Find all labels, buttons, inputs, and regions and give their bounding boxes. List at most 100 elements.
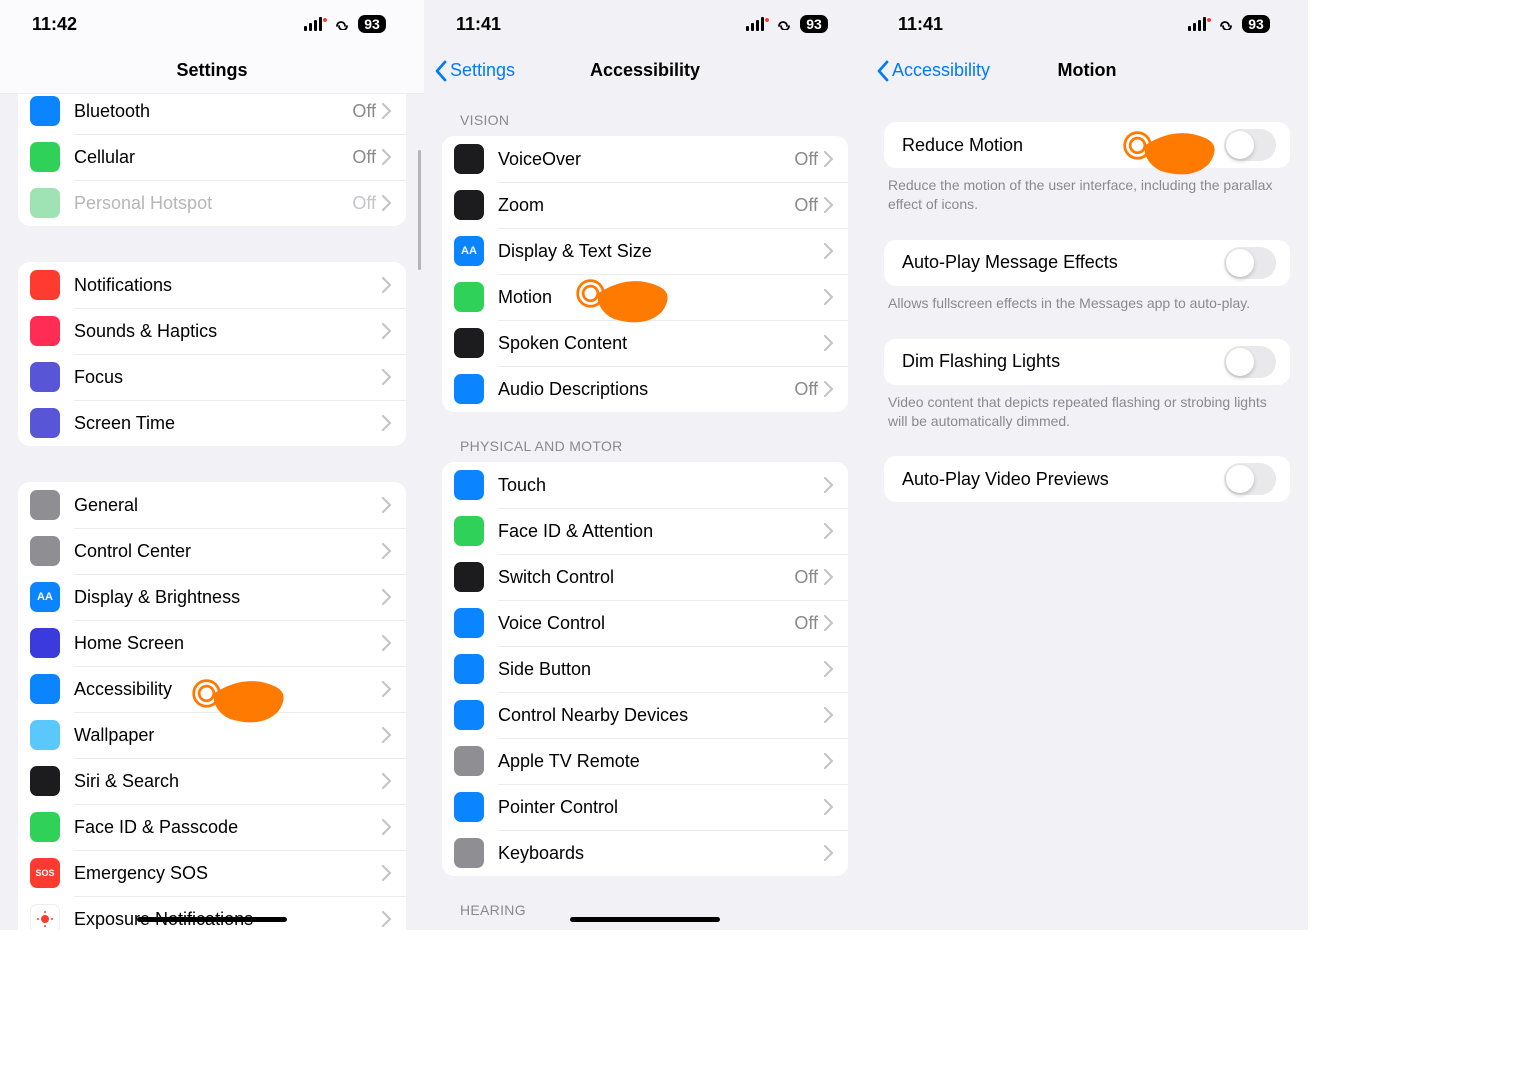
text-size-icon: AA: [454, 236, 484, 266]
exposure-icon: [30, 904, 60, 930]
switch-control-icon: [454, 562, 484, 592]
side-button-icon: [454, 654, 484, 684]
row-control-center[interactable]: Control Center: [18, 528, 406, 574]
spoken-content-icon: [454, 328, 484, 358]
page-title: Motion: [866, 60, 1308, 81]
row-label: Side Button: [498, 659, 824, 680]
row-zoom[interactable]: Zoom Off: [442, 182, 848, 228]
row-label: Touch: [498, 475, 824, 496]
row-touch[interactable]: Touch: [442, 462, 848, 508]
group-reduce-motion: Reduce Motion: [884, 122, 1290, 168]
row-spoken[interactable]: Spoken Content: [442, 320, 848, 366]
row-home-screen[interactable]: Home Screen: [18, 620, 406, 666]
screen-settings: 11:42 93 Settings Wi-Fi Rushi Bluetooth …: [0, 0, 424, 930]
row-label: Bluetooth: [74, 101, 352, 122]
row-label: General: [74, 495, 382, 516]
home-indicator[interactable]: [570, 917, 720, 922]
row-keyboards[interactable]: Keyboards: [442, 830, 848, 876]
chevron-right-icon: [382, 727, 392, 743]
row-general[interactable]: General: [18, 482, 406, 528]
signal-icon: [746, 16, 770, 32]
voiceover-icon: [454, 144, 484, 174]
focus-icon: [30, 362, 60, 392]
row-siri[interactable]: Siri & Search: [18, 758, 406, 804]
row-label: Pointer Control: [498, 797, 824, 818]
row-side-button[interactable]: Side Button: [442, 646, 848, 692]
row-audio-desc[interactable]: Audio Descriptions Off: [442, 366, 848, 412]
group-dim-flashing: Dim Flashing Lights: [884, 339, 1290, 385]
page-title: Accessibility: [424, 60, 866, 81]
row-dim-flashing[interactable]: Dim Flashing Lights: [884, 339, 1290, 385]
row-screentime[interactable]: Screen Time: [18, 400, 406, 446]
chevron-right-icon: [824, 335, 834, 351]
row-cellular[interactable]: Cellular Off: [18, 134, 406, 180]
row-value: Off: [794, 149, 818, 170]
toggle-reduce-motion[interactable]: [1224, 129, 1276, 161]
bluetooth-icon: [30, 96, 60, 126]
keyboards-icon: [454, 838, 484, 868]
row-reduce-motion[interactable]: Reduce Motion: [884, 122, 1290, 168]
row-wallpaper[interactable]: Wallpaper: [18, 712, 406, 758]
row-pointer[interactable]: Pointer Control: [442, 784, 848, 830]
row-display-text[interactable]: AA Display & Text Size: [442, 228, 848, 274]
siri-icon: [30, 766, 60, 796]
section-header-physical: PHYSICAL AND MOTOR: [424, 420, 866, 462]
row-voice-control[interactable]: Voice Control Off: [442, 600, 848, 646]
row-label: Display & Text Size: [498, 241, 824, 262]
chevron-right-icon: [382, 589, 392, 605]
section-header-vision: VISION: [424, 94, 866, 136]
general-icon: [30, 490, 60, 520]
chevron-right-icon: [824, 615, 834, 631]
row-label: Motion: [498, 287, 824, 308]
home-indicator[interactable]: [137, 917, 287, 922]
row-faceid[interactable]: Face ID & Passcode: [18, 804, 406, 850]
chevron-right-icon: [824, 243, 834, 259]
row-display-brightness[interactable]: AA Display & Brightness: [18, 574, 406, 620]
group-autoplay-msg: Auto-Play Message Effects: [884, 240, 1290, 286]
row-hotspot[interactable]: Personal Hotspot Off: [18, 180, 406, 226]
scrollbar[interactable]: [418, 150, 421, 270]
toggle-dim-flashing[interactable]: [1224, 346, 1276, 378]
notifications-icon: [30, 270, 60, 300]
chevron-right-icon: [824, 753, 834, 769]
row-bluetooth[interactable]: Bluetooth Off: [18, 88, 406, 134]
chevron-right-icon: [824, 707, 834, 723]
row-motion[interactable]: Motion: [442, 274, 848, 320]
row-label: Personal Hotspot: [74, 193, 352, 214]
screen-motion: 11:41 93 Accessibility Motion Reduce Mot…: [866, 0, 1308, 930]
cellular-icon: [30, 142, 60, 172]
chevron-right-icon: [824, 381, 834, 397]
pointer-icon: [454, 792, 484, 822]
chevron-right-icon: [382, 497, 392, 513]
row-label: Voice Control: [498, 613, 794, 634]
toggle-autoplay-msg[interactable]: [1224, 247, 1276, 279]
row-label: Face ID & Attention: [498, 521, 824, 542]
row-emergency-sos[interactable]: SOS Emergency SOS: [18, 850, 406, 896]
row-apple-tv[interactable]: Apple TV Remote: [442, 738, 848, 784]
row-voiceover[interactable]: VoiceOver Off: [442, 136, 848, 182]
row-label: Sounds & Haptics: [74, 321, 382, 342]
row-sounds[interactable]: Sounds & Haptics: [18, 308, 406, 354]
chevron-right-icon: [382, 195, 392, 211]
group-autoplay-video: Auto-Play Video Previews: [884, 456, 1290, 502]
row-focus[interactable]: Focus: [18, 354, 406, 400]
audio-desc-icon: [454, 374, 484, 404]
row-accessibility[interactable]: Accessibility: [18, 666, 406, 712]
chevron-right-icon: [382, 681, 392, 697]
row-notifications[interactable]: Notifications: [18, 262, 406, 308]
row-switch-control[interactable]: Switch Control Off: [442, 554, 848, 600]
row-control-nearby[interactable]: Control Nearby Devices: [442, 692, 848, 738]
row-value: Off: [794, 379, 818, 400]
chevron-right-icon: [382, 773, 392, 789]
row-label: Cellular: [74, 147, 352, 168]
row-faceid-attn[interactable]: Face ID & Attention: [442, 508, 848, 554]
row-label: Dim Flashing Lights: [902, 351, 1224, 372]
row-label: VoiceOver: [498, 149, 794, 170]
row-autoplay-video[interactable]: Auto-Play Video Previews: [884, 456, 1290, 502]
toggle-autoplay-video[interactable]: [1224, 463, 1276, 495]
row-exposure[interactable]: Exposure Notifications: [18, 896, 406, 930]
row-autoplay-msg[interactable]: Auto-Play Message Effects: [884, 240, 1290, 286]
footer-reduce-motion: Reduce the motion of the user interface,…: [866, 168, 1308, 228]
chevron-right-icon: [824, 569, 834, 585]
settings-group-alerts: Notifications Sounds & Haptics Focus Scr…: [18, 262, 406, 446]
